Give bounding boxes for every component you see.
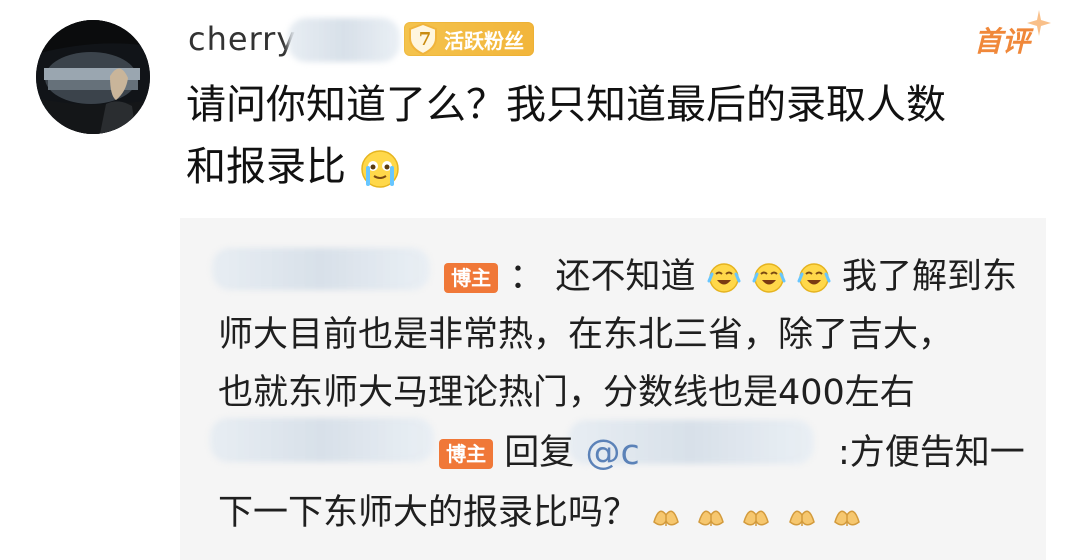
first-comment-label: 首评 [973, 25, 1030, 58]
reply-separator: ： [509, 257, 545, 297]
reply-prefix: 回复 [504, 433, 575, 473]
sparkle-icon [1027, 10, 1051, 36]
reply-1-text-end: 我了解到东 [842, 257, 1018, 297]
fan-level-badge[interactable]: 7 活跃粉丝 [404, 22, 534, 56]
reply-mention[interactable]: @c [585, 433, 639, 473]
praying-hands-icon [785, 497, 819, 531]
comment-line-1: 请问你知道了么？我只知道最后的录取人数 [186, 82, 946, 128]
reply-2-text-end: :方便告知一 [837, 433, 1025, 473]
reply-2-line-1: 博主 回复 @c :方便告知一 [218, 424, 1026, 475]
avatar-photo [36, 20, 150, 134]
reply-1-line-2: 师大目前也是非常热，在东北三省，除了吉大， [218, 315, 954, 355]
praying-hands-icon [649, 497, 683, 531]
reply-2-text: 下一下东师大的报录比吗？ [218, 493, 639, 533]
laughing-crying-icon [752, 261, 786, 295]
laughing-crying-icon [707, 261, 741, 295]
username[interactable]: cherry [188, 20, 296, 58]
comment-text: 请问你知道了么？我只知道最后的录取人数 和报录比 [186, 74, 1046, 198]
laughing-crying-icon [797, 261, 831, 295]
level-number: 7 [418, 28, 432, 50]
reply-2-line-2: 下一下东师大的报录比吗？ [218, 484, 1026, 535]
author-tag: 博主 [444, 263, 499, 293]
praying-hands-icon [694, 497, 728, 531]
username-redaction [288, 18, 400, 62]
comment-line-2-text: 和报录比 [186, 144, 346, 190]
comment-line-2: 和报录比 [186, 136, 1046, 198]
crying-face-icon [359, 148, 401, 190]
reply-section[interactable]: 博主 ： 还不知道 我了解到东 师大目前也是非常热，在东北三省，除了吉大， 也就… [180, 218, 1046, 560]
reply-1-text-start: 还不知道 [555, 257, 696, 297]
username-area[interactable]: cherry [188, 8, 408, 64]
praying-hands-icon [739, 497, 773, 531]
reply-1-line-3: 也就东师大马理论热门，分数线也是400左右 [218, 373, 915, 413]
reply-1-line-1: 博主 ： 还不知道 我了解到东 [218, 248, 1026, 299]
avatar[interactable] [36, 20, 150, 134]
level-label: 活跃粉丝 [444, 28, 524, 53]
author-tag: 博主 [439, 439, 494, 469]
level-shield-icon: 7 [404, 22, 444, 56]
praying-hands-icon [830, 497, 864, 531]
